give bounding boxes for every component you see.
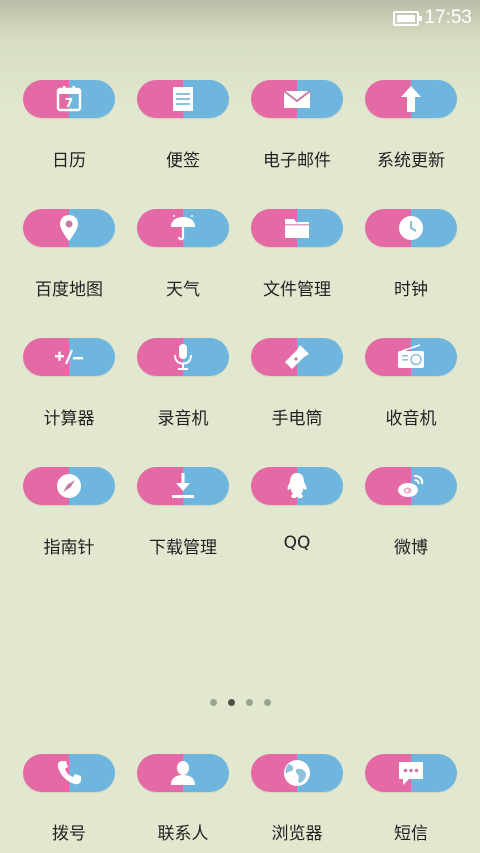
app-calendar[interactable]: 7 日历: [12, 80, 126, 209]
page-indicator[interactable]: [0, 699, 480, 706]
app-compass[interactable]: 指南针: [12, 467, 126, 596]
app-icon-pill[interactable]: [23, 754, 115, 792]
app-label: 日历: [52, 151, 86, 171]
compass-icon: [52, 469, 86, 503]
app-icon-pill[interactable]: [365, 338, 457, 376]
umbrella-icon: [166, 211, 200, 245]
app-label: 系统更新: [377, 151, 445, 171]
app-icon-pill[interactable]: [23, 338, 115, 376]
app-label: 天气: [166, 280, 200, 300]
app-weather[interactable]: 天气: [126, 209, 240, 338]
app-label: 手电筒: [271, 409, 323, 429]
app-label: 联系人: [157, 824, 209, 844]
flashlight-icon: [280, 340, 314, 374]
page-dot[interactable]: [263, 699, 271, 706]
app-icon-pill[interactable]: [251, 467, 343, 505]
globe-icon: [280, 756, 314, 790]
app-label: 便签: [166, 151, 200, 171]
page-dot[interactable]: [209, 699, 217, 706]
calculator-icon: [52, 340, 86, 374]
app-flashlight[interactable]: 手电筒: [240, 338, 354, 467]
phone-icon: [52, 756, 86, 790]
page-dot-active[interactable]: [227, 699, 235, 706]
weibo-icon: [394, 469, 428, 503]
app-qq[interactable]: QQ: [240, 467, 354, 596]
app-weibo[interactable]: 微博: [354, 467, 468, 596]
app-label: 下载管理: [149, 538, 217, 558]
app-icon-pill[interactable]: [251, 80, 343, 118]
download-icon: [166, 469, 200, 503]
app-icon-pill[interactable]: [137, 338, 229, 376]
app-icon-pill[interactable]: [23, 467, 115, 505]
status-time: 17:53: [424, 7, 472, 28]
app-label: 浏览器: [271, 824, 323, 844]
app-icon-pill[interactable]: [365, 754, 457, 792]
app-label: QQ: [283, 533, 311, 553]
app-label: 收音机: [385, 409, 437, 429]
status-bar: 17:53: [0, 0, 480, 36]
app-email[interactable]: 电子邮件: [240, 80, 354, 209]
app-icon-pill[interactable]: [251, 209, 343, 247]
app-file-manager[interactable]: 文件管理: [240, 209, 354, 338]
app-label: 电子邮件: [263, 151, 331, 171]
clock-icon: [394, 211, 428, 245]
app-icon-pill[interactable]: [137, 80, 229, 118]
app-label: 微博: [394, 538, 428, 558]
folder-icon: [280, 211, 314, 245]
map-pin-icon: [52, 211, 86, 245]
app-icon-pill[interactable]: [137, 467, 229, 505]
app-notes[interactable]: 便签: [126, 80, 240, 209]
app-icon-pill[interactable]: [365, 467, 457, 505]
app-label: 计算器: [43, 409, 95, 429]
app-baidu-map[interactable]: 百度地图: [12, 209, 126, 338]
app-radio[interactable]: 收音机: [354, 338, 468, 467]
app-label: 百度地图: [35, 280, 103, 300]
qq-penguin-icon: [280, 469, 314, 503]
app-icon-pill[interactable]: [137, 754, 229, 792]
message-icon: [394, 756, 428, 790]
app-icon-pill[interactable]: [23, 209, 115, 247]
app-calculator[interactable]: 计算器: [12, 338, 126, 467]
app-icon-pill[interactable]: [365, 80, 457, 118]
app-icon-pill[interactable]: 7: [23, 80, 115, 118]
radio-icon: [394, 340, 428, 374]
microphone-icon: [166, 340, 200, 374]
app-icon-pill[interactable]: [365, 209, 457, 247]
app-icon-pill[interactable]: [251, 338, 343, 376]
app-icon-pill[interactable]: [251, 754, 343, 792]
app-sms[interactable]: 短信: [354, 754, 468, 844]
app-download-manager[interactable]: 下载管理: [126, 467, 240, 596]
page-dot[interactable]: [245, 699, 253, 706]
app-label: 文件管理: [263, 280, 331, 300]
app-contacts[interactable]: 联系人: [126, 754, 240, 844]
app-label: 指南针: [43, 538, 95, 558]
notepad-icon: [166, 82, 200, 116]
app-icon-pill[interactable]: [137, 209, 229, 247]
app-clock[interactable]: 时钟: [354, 209, 468, 338]
app-label: 录音机: [157, 409, 209, 429]
arrow-up-icon: [394, 82, 428, 116]
contact-icon: [166, 756, 200, 790]
app-label: 时钟: [394, 280, 428, 300]
app-label: 拨号: [52, 824, 86, 844]
app-system-update[interactable]: 系统更新: [354, 80, 468, 209]
app-grid: 7 日历 便签 电子邮件 系统更新 百度地图 天气 文件管理 时钟 计算器 录音…: [12, 80, 468, 596]
battery-icon: [393, 10, 423, 26]
mail-icon: [280, 82, 314, 116]
app-recorder[interactable]: 录音机: [126, 338, 240, 467]
app-label: 短信: [394, 824, 428, 844]
calendar-icon: 7: [52, 82, 86, 116]
dock: 拨号 联系人 浏览器 短信: [12, 754, 468, 844]
app-browser[interactable]: 浏览器: [240, 754, 354, 844]
app-dialer[interactable]: 拨号: [12, 754, 126, 844]
calendar-day: 7: [65, 96, 73, 110]
